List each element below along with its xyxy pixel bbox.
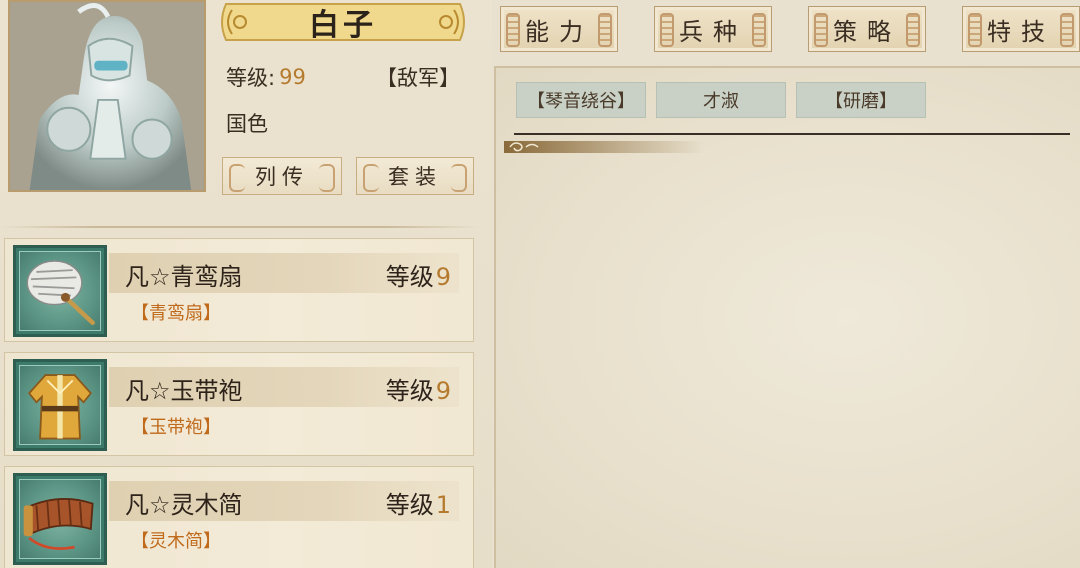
tab-strategy-label: 策略 [833, 17, 901, 46]
equipment-slot-3[interactable]: 凡☆灵木简 等级1 【灵木简】 [4, 466, 474, 568]
robe-icon [27, 374, 93, 440]
equipment-level-value: 9 [435, 377, 451, 405]
skill-tag-label: 才淑 [703, 91, 739, 112]
equipment-level: 等级9 [386, 371, 451, 406]
biography-button-label: 列传 [255, 165, 309, 189]
equipment-tag: 【青鸾扇】 [131, 303, 221, 324]
equipment-tag: 【灵木简】 [131, 531, 221, 552]
tab-ornament-icon [968, 13, 982, 47]
tab-ability-label: 能力 [525, 17, 593, 46]
bamboo-scroll-icon [23, 498, 94, 550]
set-button-label: 套装 [388, 165, 442, 189]
hero-level-row: 等级: 99 【敌军】 [226, 62, 466, 92]
hero-name: 白子 [309, 8, 377, 43]
section-divider [0, 226, 480, 228]
equipment-level-label: 等级 [385, 263, 434, 291]
skill-tag[interactable]: 【琴音绕谷】 [516, 82, 646, 118]
skill-tag[interactable]: 才淑 [656, 82, 786, 118]
tab-special-skill[interactable]: 特技 [962, 6, 1080, 52]
equipment-icon-frame [13, 473, 107, 565]
feather-fan-icon [26, 260, 95, 326]
equipment-level-value: 1 [435, 491, 451, 519]
hero-trait: 国色 [226, 112, 268, 136]
equipment-level: 等级1 [386, 485, 451, 520]
equipment-name: 凡☆青鸾扇 [125, 263, 243, 291]
content-divider [514, 133, 1070, 135]
level-label: 等级: [226, 66, 276, 90]
equipment-tag: 【玉带袍】 [131, 417, 221, 438]
equipment-name: 凡☆玉带袍 [125, 377, 243, 405]
equipment-level-label: 等级 [385, 377, 434, 405]
skill-tag-label: 【琴音绕谷】 [527, 91, 635, 112]
tab-ornament-icon [660, 13, 674, 47]
tab-ornament-icon [598, 13, 612, 47]
faction-label: 【敌军】 [376, 66, 460, 90]
hero-name-banner: 白子 [218, 0, 468, 44]
equipment-level-value: 9 [435, 263, 451, 291]
armored-figure-icon [10, 2, 204, 190]
tab-ornament-icon [752, 13, 766, 47]
tab-strategy[interactable]: 策略 [808, 6, 926, 52]
hero-info-panel: 白子 等级: 99 【敌军】 国色 列传 套装 凡☆青鸾扇 等级9 【青鸾扇】 [0, 0, 492, 568]
tab-ornament-icon [506, 13, 520, 47]
equipment-icon-frame [13, 359, 107, 451]
set-button[interactable]: 套装 [356, 157, 474, 195]
equipment-level-label: 等级 [385, 491, 434, 519]
cloud-ornament-icon [504, 141, 704, 153]
equipment-icon-frame [13, 245, 107, 337]
equipment-name: 凡☆灵木简 [125, 491, 243, 519]
tab-troops-label: 兵种 [679, 17, 747, 46]
tab-ornament-icon [814, 13, 828, 47]
tab-special-skill-label: 特技 [987, 17, 1055, 46]
skill-tag-label: 【研磨】 [825, 91, 897, 112]
equipment-level: 等级9 [386, 257, 451, 292]
hero-portrait [8, 0, 206, 192]
tab-ability[interactable]: 能力 [500, 6, 618, 52]
tab-ornament-icon [1060, 13, 1074, 47]
skill-tag[interactable]: 【研磨】 [796, 82, 926, 118]
level-value: 99 [279, 65, 306, 89]
equipment-slot-1[interactable]: 凡☆青鸾扇 等级9 【青鸾扇】 [4, 238, 474, 342]
tab-ornament-icon [906, 13, 920, 47]
biography-button[interactable]: 列传 [222, 157, 342, 195]
equipment-slot-2[interactable]: 凡☆玉带袍 等级9 【玉带袍】 [4, 352, 474, 456]
tab-troops[interactable]: 兵种 [654, 6, 772, 52]
